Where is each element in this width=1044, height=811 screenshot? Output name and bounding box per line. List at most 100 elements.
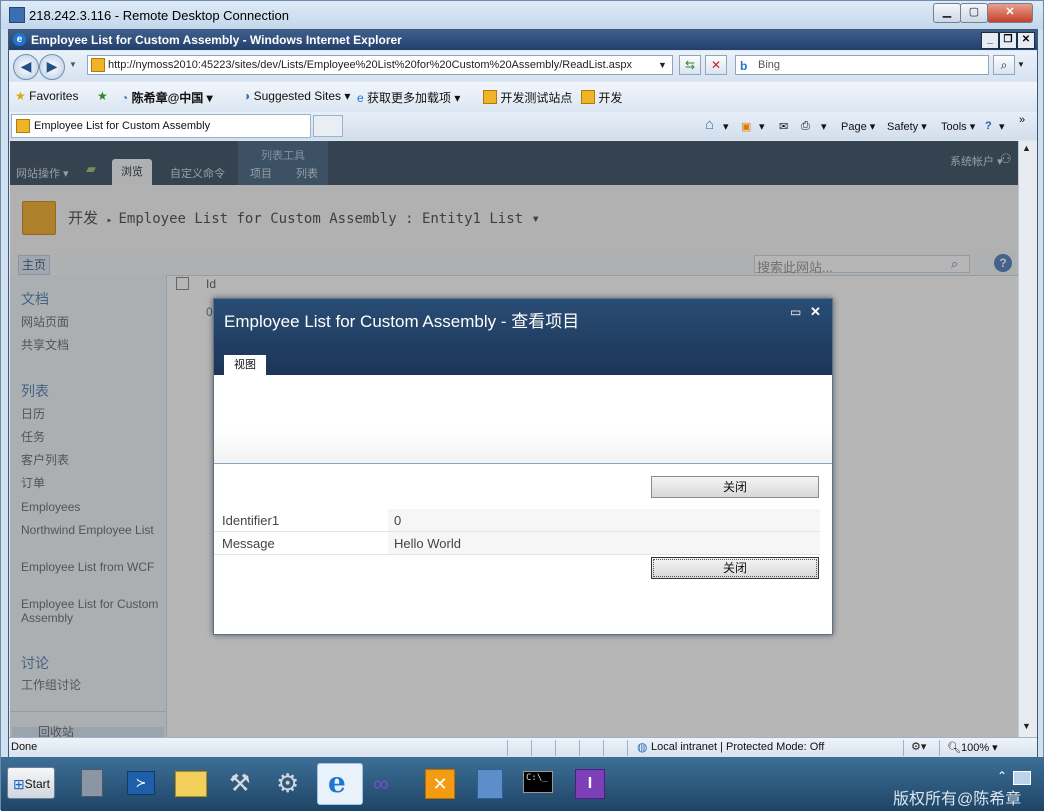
tab-active[interactable]: Employee List for Custom Assembly [11, 114, 311, 138]
dialog-ribbon-body [214, 375, 832, 464]
protected-mode-icon[interactable]: ⚙▾ [911, 740, 926, 753]
zoom-level[interactable]: 🔍︎100% ▾ [947, 741, 998, 754]
add-favorite-icon[interactable]: ★ [97, 89, 108, 103]
network-tray-icon[interactable] [1013, 771, 1031, 785]
sharepoint-icon [581, 90, 595, 104]
help-dropdown-icon[interactable]: ▾ [999, 120, 1005, 133]
status-text: Done [11, 741, 38, 753]
home-dropdown-icon[interactable]: ▾ [723, 120, 729, 133]
dialog-header: Employee List for Custom Assembly - 查看项目… [214, 299, 832, 375]
rdp-title: 218.242.3.116 - Remote Desktop Connectio… [29, 8, 289, 23]
tab-row: Employee List for Custom Assembly ⌂ ▾ ▣ … [9, 112, 1037, 140]
powershell-icon[interactable]: ≻ [119, 763, 163, 803]
rdp-title-bar[interactable]: 218.242.3.116 - Remote Desktop Connectio… [1, 1, 1043, 29]
scroll-down-icon[interactable]: ▼ [1022, 721, 1031, 731]
field-row: Identifier1 0 [214, 509, 820, 532]
sharepoint-icon [483, 90, 497, 104]
address-dropdown-icon[interactable]: ▼ [658, 60, 667, 70]
tab-favicon [16, 119, 30, 133]
favorites-bar: ★ Favorites ★ ◔ 陈希章@中国 ▾ ◑ Suggested Sit… [9, 82, 1037, 110]
favorite-item-2[interactable]: ◑ Suggested Sites ▾ [243, 89, 350, 103]
feeds-dropdown-icon[interactable]: ▾ [759, 120, 765, 133]
favorites-button[interactable]: ★ Favorites [15, 89, 78, 103]
scroll-up-icon[interactable]: ▲ [1022, 143, 1031, 153]
address-field[interactable]: http://nymoss2010:45223/sites/dev/Lists/… [87, 55, 673, 75]
field-value: Hello World [394, 536, 461, 551]
home-icon[interactable]: ⌂ [705, 116, 714, 133]
infopath-icon[interactable]: I [567, 763, 611, 803]
dialog-tab-view[interactable]: 视图 [224, 355, 266, 375]
forward-icon[interactable]: ▶ [39, 54, 65, 80]
copyright-watermark: 版权所有@陈希章 [893, 791, 1022, 808]
ie-icon: e [13, 33, 26, 46]
show-hidden-icons[interactable]: ⌃ [997, 769, 1007, 783]
services-gear-icon[interactable]: ⚙ [267, 763, 311, 803]
visual-studio-icon[interactable]: ∞ [367, 763, 411, 803]
ie-window: e Employee List for Custom Assembly - Wi… [8, 29, 1038, 758]
address-bar-row: ◀ ▶ ▼ http://nymoss2010:45223/sites/dev/… [9, 51, 1037, 81]
rdp-icon [9, 7, 25, 23]
rdp-window: 218.242.3.116 - Remote Desktop Connectio… [0, 0, 1044, 811]
tab-label: Employee List for Custom Assembly [34, 120, 211, 132]
sharepoint-designer-icon[interactable]: ✕ [417, 763, 461, 803]
field-label: Message [222, 536, 275, 551]
favorite-item-5[interactable]: 开发 [581, 89, 622, 106]
maximize-icon[interactable]: ▭ [790, 305, 801, 319]
rdp-maximize-button[interactable]: ▢ [960, 3, 988, 23]
print-dropdown-icon[interactable]: ▾ [821, 120, 827, 133]
field-label: Identifier1 [222, 513, 280, 528]
bing-icon: b [740, 59, 748, 73]
dialog-title: Employee List for Custom Assembly - 查看项目 [224, 312, 580, 331]
close-button-top[interactable]: 关闭 [651, 476, 819, 498]
server-manager-icon[interactable] [69, 763, 113, 803]
field-value: 0 [394, 513, 402, 528]
feeds-icon[interactable]: ▣ [741, 120, 751, 133]
globe-icon: ◍ [637, 740, 648, 754]
suggested-icon: ◑ [243, 89, 251, 103]
internet-explorer-icon[interactable]: e [317, 763, 363, 805]
status-bar: Done ◍ Local intranet | Protected Mode: … [9, 737, 1037, 758]
tools-menu[interactable]: Tools ▾ [941, 120, 975, 133]
stop-icon[interactable]: ✕ [705, 55, 727, 75]
close-icon[interactable]: ✕ [810, 304, 821, 320]
page-content: 网站操作 ▾ ▰ 浏览 自定义命令 列表工具 项目 列表 系统帐户 ▾ ⚇ 开发… [10, 141, 1018, 737]
ie-title-bar[interactable]: e Employee List for Custom Assembly - Wi… [9, 30, 1037, 50]
rdp-close-button[interactable]: ✕ [987, 3, 1033, 23]
explorer-folder-icon[interactable] [169, 763, 213, 803]
search-provider: Bing [758, 59, 781, 71]
back-icon[interactable]: ◀ [13, 54, 39, 80]
ie-title: Employee List for Custom Assembly - Wind… [31, 33, 402, 47]
search-options-icon[interactable]: ▼ [1017, 60, 1025, 69]
help-icon[interactable]: ? [985, 120, 992, 132]
ie-minimize-button[interactable]: _ [981, 32, 999, 49]
view-item-dialog: Employee List for Custom Assembly - 查看项目… [213, 298, 833, 635]
page-menu[interactable]: Page ▾ [841, 120, 875, 133]
print-icon[interactable]: ⎙ [801, 120, 810, 133]
network-icon[interactable] [467, 763, 511, 803]
windows-logo-icon: ⊞ [13, 776, 25, 792]
start-button[interactable]: ⊞ Start [7, 767, 55, 799]
more-commands-icon[interactable]: » [1019, 114, 1025, 126]
security-zone[interactable]: Local intranet | Protected Mode: Off [651, 741, 824, 753]
refresh-icon[interactable]: ⇆ [679, 55, 701, 75]
star-icon: ★ [15, 89, 26, 103]
mail-icon[interactable]: ✉ [779, 120, 788, 133]
favorite-item-4[interactable]: 开发测试站点 [483, 89, 572, 106]
recent-pages-icon[interactable]: ▼ [69, 60, 77, 69]
favorite-item-1[interactable]: ◔ 陈希章@中国 ▾ [121, 89, 213, 106]
vertical-scrollbar[interactable]: ▲ ▼ [1018, 141, 1037, 737]
sharepoint-favicon [91, 58, 105, 72]
ie-close-button[interactable]: ✕ [1017, 32, 1035, 49]
field-row: Message Hello World [214, 532, 820, 555]
search-icon[interactable]: ⌕ [993, 55, 1015, 75]
search-input[interactable]: b Bing [735, 55, 989, 75]
new-tab-button[interactable] [313, 115, 343, 137]
safety-menu[interactable]: Safety ▾ [887, 120, 927, 133]
tools-icon[interactable]: ⚒ [219, 763, 263, 803]
address-text: http://nymoss2010:45223/sites/dev/Lists/… [108, 59, 632, 71]
rdp-minimize-button[interactable]: ▁ [933, 3, 961, 23]
ie-maximize-button[interactable]: ❐ [999, 32, 1017, 49]
close-button-bottom[interactable]: 关闭 [651, 557, 819, 579]
command-prompt-icon[interactable]: C:\_ [517, 763, 561, 803]
favorite-item-3[interactable]: e 获取更多加载项 ▾ [357, 89, 460, 106]
